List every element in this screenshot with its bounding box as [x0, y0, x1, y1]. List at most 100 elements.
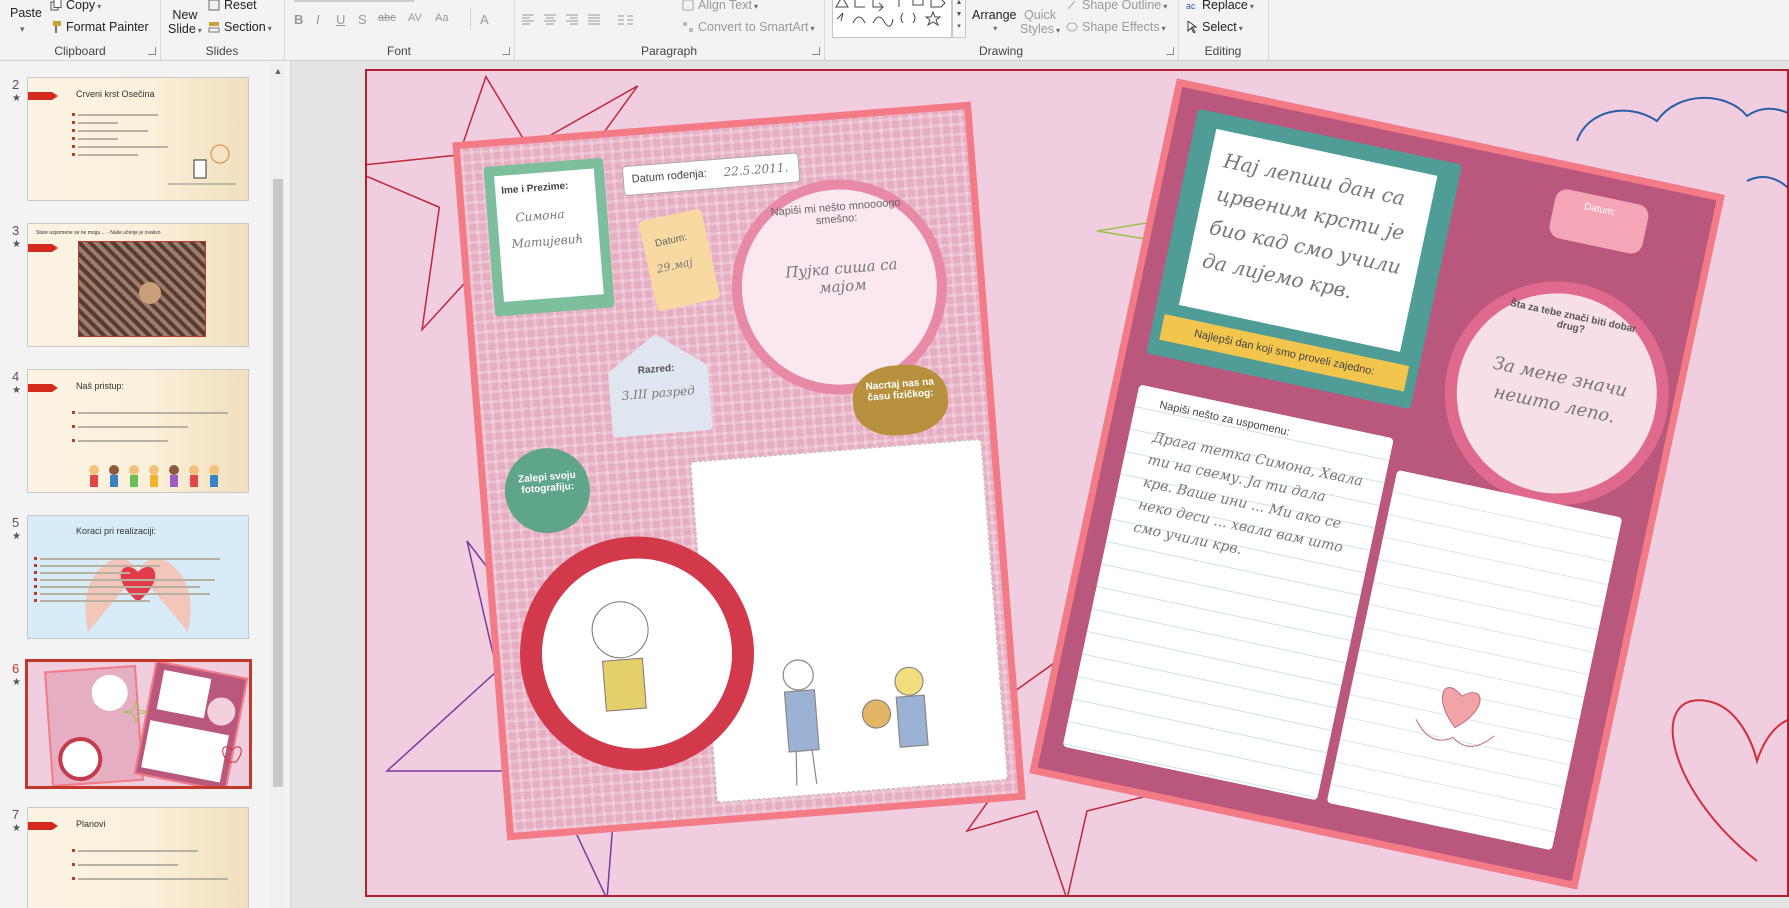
thumbnail-title: Koraci pri realizaciji: [76, 526, 157, 536]
paragraph-launcher-icon[interactable] [812, 47, 820, 55]
thumbnail-title: Stare uspomene se ne mogu ... - Naše uče… [36, 230, 161, 236]
paste-dropdown-icon[interactable]: ▾ [20, 24, 25, 35]
font-color-button[interactable]: A [480, 12, 489, 27]
font-separator [470, 8, 471, 30]
new-slide-button[interactable]: New Slide ▾ [168, 8, 202, 38]
font-name-box[interactable] [294, 0, 414, 2]
scroll-up-arrow-icon[interactable]: ▲ [271, 65, 285, 77]
paragraph-group: Align Text ▾ Convert to SmartArt ▾ Paragra… [514, 0, 825, 60]
font-launcher-icon[interactable] [502, 47, 510, 55]
animation-star-icon: ★ [12, 823, 21, 834]
clipboard-group: Paste ▾ Copy ▾ Format Painter Clipboard [0, 0, 161, 60]
thumbnail-photo [78, 241, 206, 337]
paragraph-label: Paragraph [640, 44, 698, 58]
quick-styles-button[interactable]: Quick Styles ▾ [1020, 8, 1060, 38]
name-value-first: Симона [514, 206, 565, 225]
thumbnail-scrollbar[interactable]: ▲ [271, 61, 285, 908]
red-heart-shape [1671, 699, 1787, 862]
thumbnail-title: Planovi [76, 819, 106, 829]
slide-thumbnail-6-selected[interactable] [25, 659, 252, 789]
grade-label: Razred: [637, 362, 675, 377]
reset-icon [208, 0, 220, 11]
slide-number: 3 [12, 223, 20, 238]
hands-heart-drawing [1415, 687, 1495, 747]
birth-date-value: 22.5.2011. [722, 160, 789, 180]
change-case-button[interactable]: Aa [435, 12, 448, 24]
thumbnail-children-illustration [89, 465, 219, 487]
birth-date-label: Datum rođenja: [631, 167, 708, 186]
slide-thumbnail-2[interactable]: Crveni krst Osečina [27, 77, 249, 201]
scrollbar-thumb[interactable] [273, 179, 283, 787]
bold-button[interactable]: B [294, 12, 303, 27]
blue-cloud-shape-2 [1746, 176, 1787, 189]
reset-button[interactable]: Reset [208, 0, 257, 12]
red-arrow-tab [28, 92, 58, 100]
strikethrough-button[interactable]: abc [378, 12, 396, 24]
character-spacing-button[interactable]: AV [408, 12, 422, 24]
shape-outline-button[interactable]: Shape Outline ▾ [1066, 0, 1167, 12]
slide-thumbnail-pane[interactable]: 2 ★ Crveni krst Osečina 3 ★ Stare uspome… [0, 61, 291, 908]
funny-label: Napiši mi nešto mnoooogo smešno: [770, 196, 902, 228]
copy-button[interactable]: Copy ▾ [50, 0, 101, 12]
shapes-more-button[interactable]: ▲ ▼ ▾ [952, 0, 966, 38]
slide-thumbnail-7[interactable]: Planovi [27, 807, 249, 908]
copy-icon [50, 0, 62, 11]
section-icon [208, 21, 220, 33]
slide-thumbnail-5[interactable]: Koraci pri realizaciji: [27, 515, 249, 639]
red-arrow-tab [28, 384, 58, 392]
date-badge: Datum: [1547, 187, 1651, 256]
ribbon: Paste ▾ Copy ▾ Format Painter Clipboard N… [0, 0, 1789, 61]
clipboard-label: Clipboard [54, 44, 106, 58]
thumbnail-illustration [168, 144, 236, 185]
name-label: Ime i Prezime: [500, 180, 569, 197]
clipboard-launcher-icon[interactable] [148, 47, 156, 55]
underline-button[interactable]: U [336, 12, 345, 27]
shape-outline-icon [1066, 0, 1078, 11]
shape-effects-button[interactable]: Shape Effects ▾ [1066, 20, 1166, 34]
drawing-launcher-icon[interactable] [1166, 47, 1174, 55]
drawing-label: Drawing [978, 44, 1023, 58]
thumbnail-title: Naš pristup: [76, 381, 125, 391]
slide-canvas[interactable]: Ime i Prezime: Симона Матијевић Datum ro… [365, 69, 1789, 897]
slide-number: 5 [12, 515, 20, 530]
friend-value: За мене значи нешто лепо. [1491, 352, 1630, 428]
friend-label: Šta za tebe znači biti dobar drug? [1509, 297, 1638, 336]
name-card: Ime i Prezime: Симона Матијевић [483, 157, 615, 317]
animation-star-icon: ★ [12, 93, 21, 104]
portrait-drawing [591, 601, 649, 712]
shape-effects-icon [1066, 21, 1078, 33]
columns-icon[interactable] [618, 14, 642, 29]
grade-value: 3.III разред [621, 383, 696, 403]
section-button[interactable]: Section ▾ [208, 20, 272, 34]
thumbnail-bullets [72, 411, 228, 448]
draw-label: Nacrtaj nas na času fizičkog: [865, 376, 935, 404]
editing-group: ac Replace ▾ Select ▾ Editing [1178, 0, 1269, 60]
align-text-button[interactable]: Align Text ▾ [682, 0, 758, 12]
arrange-button[interactable]: Arrange ▾ [972, 8, 1016, 36]
slide-thumbnail-4[interactable]: Naš pristup: [27, 369, 249, 493]
paste-button[interactable]: Paste [10, 6, 42, 20]
slide-number: 6 [12, 661, 20, 676]
thumbnail-title: Crveni krst Osečina [76, 89, 155, 99]
cursor-icon [1186, 20, 1198, 34]
thumbnail-bullets [72, 113, 168, 162]
name-value-last: Матијевић [510, 231, 584, 252]
animation-star-icon: ★ [12, 677, 21, 688]
slide-number: 7 [12, 807, 20, 822]
italic-button[interactable]: I [316, 12, 320, 27]
memory-text: Драга тетка Симона, Хвала ти на свему. Ј… [1132, 429, 1365, 559]
replace-button[interactable]: ac Replace ▾ [1186, 0, 1254, 12]
convert-smartart-button[interactable]: Convert to SmartArt ▾ [682, 20, 814, 34]
format-painter-button[interactable]: Format Painter [50, 20, 149, 34]
select-button[interactable]: Select ▾ [1186, 20, 1243, 34]
slide-thumbnail-3[interactable]: Stare uspomene se ne mogu ... - Naše uče… [27, 223, 249, 347]
slides-group: New Slide ▾ Reset Section ▾ Slides [160, 0, 285, 60]
date-label: Datum: [654, 232, 688, 250]
editing-label: Editing [1204, 44, 1242, 58]
left-memory-page-photo[interactable]: Ime i Prezime: Симона Матијевић Datum ro… [452, 101, 1026, 841]
blue-cloud-shape [1576, 96, 1787, 142]
align-text-icon [682, 0, 694, 11]
date-value: 29.мај [655, 255, 694, 276]
shadow-button[interactable]: S [358, 12, 367, 27]
shapes-gallery[interactable] [832, 0, 952, 38]
